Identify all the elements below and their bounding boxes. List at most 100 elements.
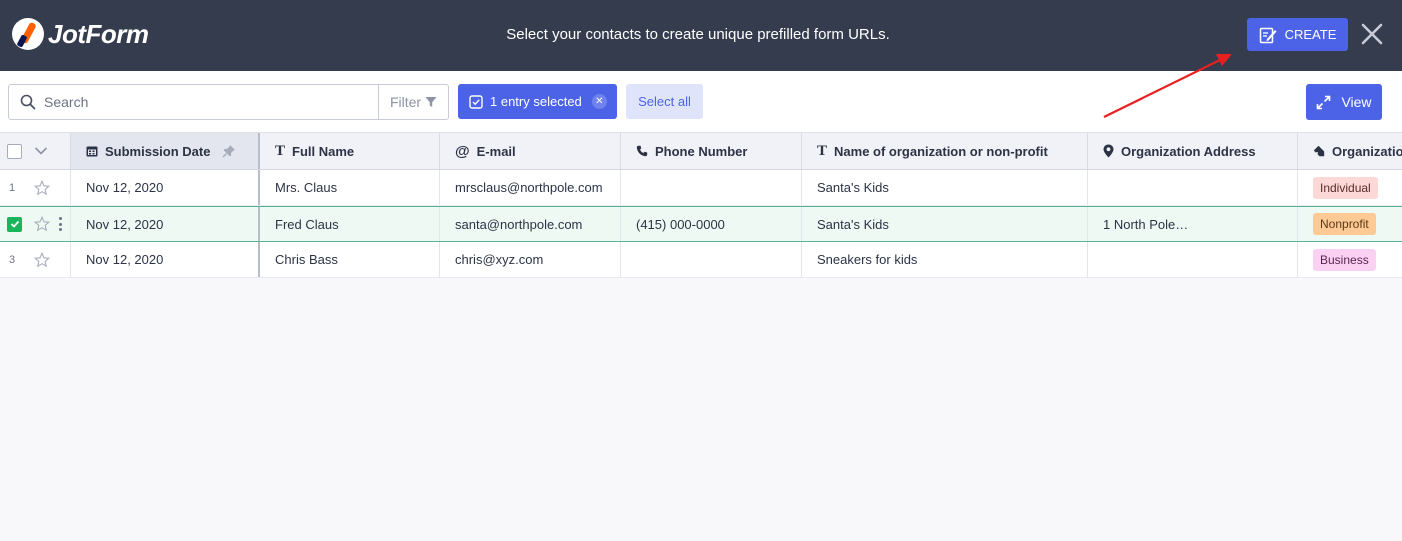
create-button[interactable]: CREATE — [1247, 18, 1348, 51]
clear-selection-icon[interactable]: ✕ — [591, 94, 607, 109]
cell-organization-type[interactable]: Nonprofit — [1298, 207, 1402, 241]
column-label: Name of organization or non-profit — [834, 143, 1048, 159]
row-select-cell: 1 — [0, 170, 71, 205]
at-icon: @ — [455, 142, 470, 160]
cell-email[interactable]: chris@xyz.com — [440, 242, 621, 277]
view-button[interactable]: View — [1306, 84, 1382, 120]
search-input[interactable] — [44, 94, 364, 110]
cell-text: mrsclaus@northpole.com — [455, 180, 603, 195]
cell-text: Nov 12, 2020 — [86, 180, 164, 195]
cell-organization-name[interactable]: Santa's Kids — [802, 170, 1088, 205]
filter-button[interactable]: Filter — [378, 85, 448, 119]
expand-icon — [1317, 95, 1331, 109]
check-icon — [10, 220, 19, 228]
row-select-cell — [0, 207, 71, 241]
entry-selected-label: 1 entry selected — [490, 94, 582, 109]
create-button-label: CREATE — [1284, 27, 1337, 42]
cell-submission-date[interactable]: Nov 12, 2020 — [71, 207, 260, 241]
filter-label: Filter — [389, 94, 422, 110]
column-header-submission-date[interactable]: Submission Date — [71, 133, 260, 169]
cell-text: Santa's Kids — [817, 216, 889, 232]
tag-icon — [1313, 145, 1325, 157]
cell-text: Nov 12, 2020 — [86, 216, 164, 232]
cell-email[interactable]: santa@northpole.com — [440, 207, 621, 241]
edit-form-icon — [1259, 27, 1277, 43]
column-header-phone-number[interactable]: Phone Number — [621, 133, 802, 169]
type-badge: Business — [1313, 248, 1376, 271]
select-all-checkbox[interactable] — [7, 143, 22, 159]
cell-text: Sneakers for kids — [817, 252, 918, 267]
row-checkbox[interactable] — [7, 216, 22, 232]
cell-full-name[interactable]: Mrs. Claus — [260, 170, 440, 205]
text-icon: T — [817, 142, 828, 159]
cell-phone[interactable] — [621, 242, 802, 277]
submissions-table: Submission Date T Full Name @ E-mail Pho… — [0, 132, 1402, 278]
cell-phone[interactable] — [621, 170, 802, 205]
cell-organization-type[interactable]: Individual — [1298, 170, 1402, 205]
cell-text: chris@xyz.com — [455, 252, 544, 267]
select-all-column — [0, 133, 71, 169]
column-header-organization-name[interactable]: T Name of organization or non-profit — [802, 133, 1088, 169]
cell-full-name[interactable]: Chris Bass — [260, 242, 440, 277]
column-label: Phone Number — [655, 143, 748, 159]
column-header-organization-type[interactable]: Organization — [1298, 133, 1402, 169]
view-button-label: View — [1341, 94, 1372, 110]
cell-organization-type[interactable]: Business — [1298, 242, 1402, 277]
entry-selected-chip[interactable]: 1 entry selected ✕ — [458, 84, 617, 119]
cell-text: Santa's Kids — [817, 180, 889, 195]
type-badge: Individual — [1313, 176, 1378, 199]
column-header-email[interactable]: @ E-mail — [440, 133, 621, 169]
column-header-full-name[interactable]: T Full Name — [260, 133, 440, 169]
select-all-button[interactable]: Select all — [626, 84, 703, 119]
star-icon[interactable] — [34, 216, 50, 232]
text-icon: T — [275, 142, 286, 159]
cell-full-name[interactable]: Fred Claus — [260, 207, 440, 241]
star-icon[interactable] — [34, 251, 50, 268]
close-icon[interactable] — [1360, 22, 1384, 46]
cell-text: Mrs. Claus — [275, 180, 338, 195]
search-box: Filter — [8, 84, 449, 120]
cell-organization-address[interactable]: 1 North Pole… — [1088, 207, 1298, 241]
checkbox-icon — [469, 94, 483, 109]
calendar-icon — [86, 146, 98, 157]
row-number: 3 — [9, 253, 16, 266]
top-bar: JotForm Select your contacts to create u… — [0, 0, 1402, 71]
column-label: Organization — [1332, 143, 1402, 159]
search-icon — [20, 94, 36, 110]
cell-email[interactable]: mrsclaus@northpole.com — [440, 170, 621, 205]
toolbar: Filter 1 entry selected ✕ Select all Vie… — [0, 71, 1402, 132]
column-label: E-mail — [476, 143, 516, 159]
cell-text: Fred Claus — [275, 216, 339, 232]
table-row[interactable]: 1 Nov 12, 2020 Mrs. Claus mrsclaus@north… — [0, 170, 1402, 206]
table-header: Submission Date T Full Name @ E-mail Pho… — [0, 132, 1402, 170]
location-icon — [1103, 144, 1114, 158]
more-options-icon[interactable] — [58, 217, 62, 231]
table-row[interactable]: Nov 12, 2020 Fred Claus santa@northpole.… — [0, 206, 1402, 242]
filter-icon — [425, 97, 437, 107]
cell-text: 1 North Pole… — [1103, 216, 1189, 232]
row-select-cell: 3 — [0, 242, 71, 277]
column-label: Submission Date — [105, 143, 211, 159]
cell-organization-address[interactable] — [1088, 242, 1298, 277]
cell-text: (415) 000-0000 — [636, 216, 725, 232]
cell-text: santa@northpole.com — [455, 216, 583, 232]
cell-organization-address[interactable] — [1088, 170, 1298, 205]
cell-submission-date[interactable]: Nov 12, 2020 — [71, 170, 260, 205]
cell-organization-name[interactable]: Santa's Kids — [802, 207, 1088, 241]
column-header-organization-address[interactable]: Organization Address — [1088, 133, 1298, 169]
phone-icon — [636, 145, 648, 157]
table-row[interactable]: 3 Nov 12, 2020 Chris Bass chris@xyz.com … — [0, 242, 1402, 278]
cell-submission-date[interactable]: Nov 12, 2020 — [71, 242, 260, 277]
cell-text: Nov 12, 2020 — [86, 252, 164, 267]
cell-organization-name[interactable]: Sneakers for kids — [802, 242, 1088, 277]
type-badge: Nonprofit — [1313, 213, 1376, 235]
column-label: Full Name — [292, 143, 355, 159]
star-icon[interactable] — [34, 179, 50, 196]
column-label: Organization Address — [1121, 143, 1256, 159]
chevron-down-icon[interactable] — [34, 146, 48, 156]
pin-icon[interactable] — [222, 144, 236, 158]
cell-text: Chris Bass — [275, 252, 338, 267]
row-number: 1 — [9, 181, 16, 194]
instruction-message: Select your contacts to create unique pr… — [506, 26, 890, 43]
cell-phone[interactable]: (415) 000-0000 — [621, 207, 802, 241]
